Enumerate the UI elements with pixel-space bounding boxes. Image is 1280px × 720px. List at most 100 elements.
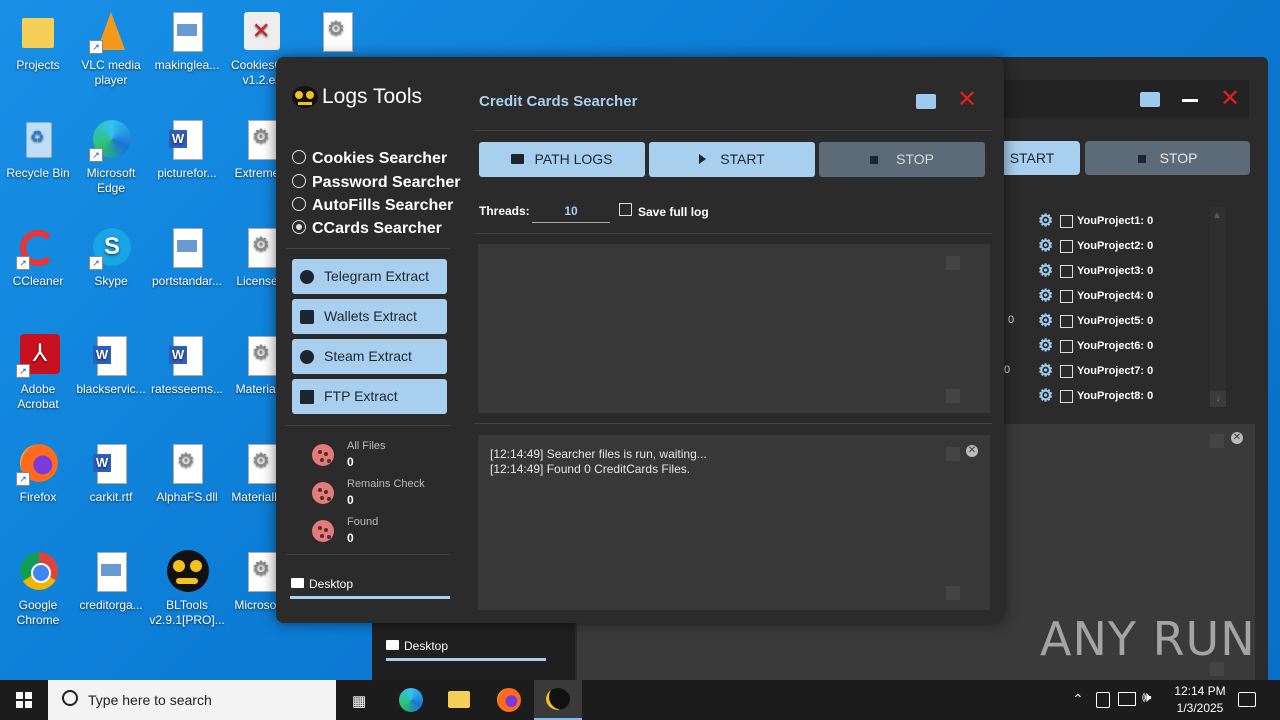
desktop-icon-chrome[interactable]: Google Chrome <box>0 550 76 628</box>
desktop-icon-ratesseems[interactable]: W ratesseems... <box>149 334 225 397</box>
project-checkbox[interactable] <box>1060 364 1073 378</box>
task-view-button[interactable]: ▦ <box>336 680 384 720</box>
bg-project-row[interactable]: ⚙ YouProject6: 0 <box>1038 336 1153 356</box>
scroll-mini <box>946 586 960 600</box>
firefox-icon: ↗ <box>16 442 60 486</box>
word-file-icon: W <box>165 334 209 378</box>
bg-close-icon[interactable]: ✕ <box>1220 86 1240 112</box>
chevron-up-icon[interactable]: ⌃ <box>1072 691 1084 708</box>
gear-icon[interactable]: ⚙ <box>1038 311 1056 331</box>
server-icon <box>300 390 314 405</box>
threads-label: Threads: <box>479 204 530 218</box>
folder-icon[interactable] <box>916 94 936 109</box>
desktop-icon-vlc[interactable]: ↗ VLC media player <box>73 10 149 88</box>
notification-icon[interactable] <box>1238 692 1256 707</box>
log-close-icon[interactable]: ✕ <box>966 445 978 457</box>
telegram-extract-button[interactable]: Telegram Extract <box>292 259 447 294</box>
gear-icon[interactable]: ⚙ <box>1038 336 1056 356</box>
bg-folder-icon[interactable] <box>1140 92 1160 107</box>
log-line: [12:14:49] Searcher files is run, waitin… <box>490 447 707 461</box>
volume-icon[interactable]: 🕪 <box>1142 689 1151 706</box>
network-icon[interactable] <box>1118 692 1136 706</box>
recycle-bin-icon: ♻ <box>16 118 60 162</box>
gear-icon[interactable]: ⚙ <box>1038 211 1056 231</box>
path-logs-button[interactable]: PATH LOGS <box>479 142 645 177</box>
taskbar-bltools[interactable] <box>534 680 582 720</box>
desktop-icon-gear-file[interactable]: ⚙ <box>299 10 375 58</box>
bg-scrollbar[interactable] <box>1210 207 1226 407</box>
gear-icon[interactable]: ⚙ <box>1038 261 1056 281</box>
start-button[interactable]: START <box>649 142 815 177</box>
taskbar-firefox[interactable] <box>484 680 532 720</box>
project-checkbox[interactable] <box>1060 314 1073 328</box>
desktop-tab[interactable]: Desktop <box>291 577 353 591</box>
radio-cookies-searcher[interactable]: Cookies Searcher <box>292 149 447 168</box>
task-view-icon: ▦ <box>352 693 367 710</box>
desktop-icon-projects[interactable]: Projects <box>0 10 76 73</box>
desktop-icon-picturefor[interactable]: W picturefor... <box>149 118 225 181</box>
project-label: YouProject3: 0 <box>1077 264 1154 277</box>
taskbar-clock[interactable]: 12:14 PM 1/3/2025 <box>1160 683 1240 717</box>
stop-button[interactable]: STOP <box>819 142 985 177</box>
bg-minimize-icon[interactable] <box>1182 99 1198 102</box>
desktop-icon-carkit[interactable]: W carkit.rtf <box>73 442 149 505</box>
bg-project-row[interactable]: ⚙ YouProject4: 0 <box>1038 286 1153 306</box>
bg-project-row[interactable]: ⚙ YouProject1: 0 <box>1038 211 1153 231</box>
project-checkbox[interactable] <box>1060 264 1073 278</box>
log-line: [12:14:49] Found 0 CreditCards Files. <box>490 462 691 476</box>
desktop-icon-alphafs[interactable]: ⚙ AlphaFS.dll <box>149 442 225 505</box>
project-checkbox[interactable] <box>1060 289 1073 303</box>
log-box[interactable]: [12:14:49] Searcher files is run, waitin… <box>478 435 990 610</box>
save-full-log-checkbox[interactable] <box>619 203 632 216</box>
folder-icon <box>291 578 304 588</box>
taskbar-explorer[interactable] <box>434 680 482 720</box>
desktop-icon-blackservic[interactable]: W blackservic... <box>73 334 149 397</box>
desktop-icon-makinglea[interactable]: makinglea... <box>149 10 225 73</box>
desktop-icon-acrobat[interactable]: ⅄ ↗ Adobe Acrobat <box>0 334 76 412</box>
threads-input[interactable]: 10 <box>532 200 610 223</box>
scroll-mini <box>946 389 960 403</box>
close-icon[interactable]: ✕ <box>957 87 977 113</box>
project-checkbox[interactable] <box>1060 239 1073 253</box>
radio-circle <box>292 196 306 211</box>
project-checkbox[interactable] <box>1060 214 1073 228</box>
desktop-icon-creditorga[interactable]: creditorga... <box>73 550 149 613</box>
radio-autofills-searcher[interactable]: AutoFills Searcher <box>292 196 453 215</box>
bg-project-row[interactable]: ⚙ YouProject5: 0 <box>1038 311 1153 331</box>
gear-icon[interactable]: ⚙ <box>1038 236 1056 256</box>
bg-start-button[interactable]: START <box>1004 141 1080 175</box>
radio-password-searcher[interactable]: Password Searcher <box>292 173 461 192</box>
project-checkbox[interactable] <box>1060 389 1073 403</box>
start-button[interactable] <box>0 680 48 720</box>
desktop-icon-edge[interactable]: ↗ Microsoft Edge <box>73 118 149 196</box>
gear-icon[interactable]: ⚙ <box>1038 386 1056 406</box>
bg-stop-button[interactable]: STOP <box>1085 141 1250 175</box>
desktop-icon-recycle-bin[interactable]: ♻ Recycle Bin <box>0 118 76 181</box>
desktop-icon-bltools[interactable]: BLTools v2.9.1[PRO]... <box>149 550 225 628</box>
bg-scroll-down-icon[interactable]: ↓ <box>1210 391 1226 407</box>
gear-icon[interactable]: ⚙ <box>1038 286 1056 306</box>
desktop-icon-firefox[interactable]: ↗ Firefox <box>0 442 76 505</box>
bg-desktop-tab[interactable]: Desktop <box>386 639 448 653</box>
bg-project-row[interactable]: ⚙ YouProject7: 0 <box>1038 361 1153 381</box>
wallets-extract-button[interactable]: Wallets Extract <box>292 299 447 334</box>
bg-project-row[interactable]: ⚙ YouProject2: 0 <box>1038 236 1153 256</box>
radio-ccards-searcher[interactable]: CCards Searcher <box>292 219 442 238</box>
bg-log-close-icon[interactable]: ✕ <box>1231 432 1243 444</box>
gear-icon[interactable]: ⚙ <box>1038 361 1056 381</box>
ftp-extract-button[interactable]: FTP Extract <box>292 379 447 414</box>
project-checkbox[interactable] <box>1060 339 1073 353</box>
desktop-icon-portstandar[interactable]: portstandar... <box>149 226 225 289</box>
bg-project-row[interactable]: ⚙ YouProject8: 0 <box>1038 386 1153 406</box>
bg-project-row[interactable]: ⚙ YouProject3: 0 <box>1038 261 1153 281</box>
steam-extract-button[interactable]: Steam Extract <box>292 339 447 374</box>
device-icon[interactable] <box>1096 692 1110 708</box>
desktop-icon-skype[interactable]: S ↗ Skype <box>73 226 149 289</box>
results-box[interactable] <box>478 244 990 413</box>
panel-divider <box>474 233 992 234</box>
taskbar-edge[interactable] <box>386 680 434 720</box>
bg-scroll-up-icon[interactable]: ▲ <box>1212 210 1222 221</box>
taskbar-search[interactable]: Type here to search <box>48 680 336 720</box>
bg-stray-zero: 0 <box>1008 314 1015 326</box>
desktop-icon-ccleaner[interactable]: ↗ CCleaner <box>0 226 76 289</box>
